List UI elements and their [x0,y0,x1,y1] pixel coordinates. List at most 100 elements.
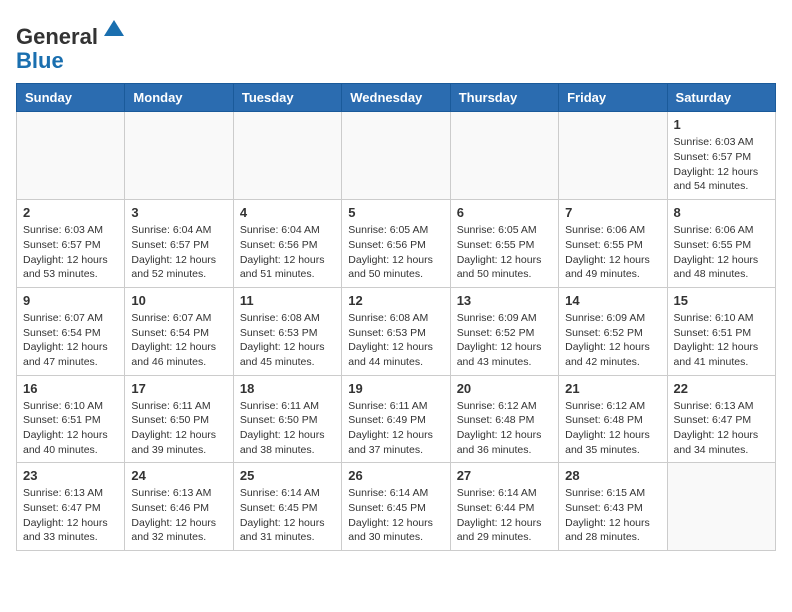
calendar-week-0: 1Sunrise: 6:03 AM Sunset: 6:57 PM Daylig… [17,112,776,200]
day-number: 1 [674,117,769,132]
calendar-cell: 6 Sunrise: 6:05 AM Sunset: 6:55 PM Daylig… [450,200,558,288]
day-number: 20 [457,381,552,396]
calendar-cell: 14 Sunrise: 6:09 AM Sunset: 6:52 PM Dayli… [559,287,667,375]
day-info: Sunrise: 6:13 AM Sunset: 6:47 PM Dayligh… [674,399,769,458]
day-info: Sunrise: 6:12 AM Sunset: 6:48 PM Dayligh… [457,399,552,458]
calendar-header-row: SundayMondayTuesdayWednesdayThursdayFrid… [17,84,776,112]
page-header: General Blue [16,16,776,73]
calendar-week-2: 9 Sunrise: 6:07 AM Sunset: 6:54 PM Daylig… [17,287,776,375]
day-info: Sunrise: 6:07 AM Sunset: 6:54 PM Dayligh… [23,311,118,370]
day-info: Sunrise: 6:06 AM Sunset: 6:55 PM Dayligh… [565,223,660,282]
day-number: 18 [240,381,335,396]
day-number: 23 [23,468,118,483]
calendar-cell: 25Sunrise: 6:14 AM Sunset: 6:45 PM Dayli… [233,463,341,551]
day-info: Sunrise: 6:10 AM Sunset: 6:51 PM Dayligh… [674,311,769,370]
calendar-cell [667,463,775,551]
logo-icon [100,16,128,44]
calendar-cell: 21Sunrise: 6:12 AM Sunset: 6:48 PM Dayli… [559,375,667,463]
day-info: Sunrise: 6:13 AM Sunset: 6:46 PM Dayligh… [131,486,226,545]
day-info: Sunrise: 6:11 AM Sunset: 6:49 PM Dayligh… [348,399,443,458]
day-info: Sunrise: 6:03 AM Sunset: 6:57 PM Dayligh… [23,223,118,282]
day-info: Sunrise: 6:08 AM Sunset: 6:53 PM Dayligh… [348,311,443,370]
logo: General Blue [16,16,128,73]
day-info: Sunrise: 6:07 AM Sunset: 6:54 PM Dayligh… [131,311,226,370]
calendar-cell [450,112,558,200]
day-number: 16 [23,381,118,396]
day-info: Sunrise: 6:13 AM Sunset: 6:47 PM Dayligh… [23,486,118,545]
header-wednesday: Wednesday [342,84,450,112]
day-number: 28 [565,468,660,483]
calendar-cell: 22 Sunrise: 6:13 AM Sunset: 6:47 PM Dayli… [667,375,775,463]
calendar-cell: 10 Sunrise: 6:07 AM Sunset: 6:54 PM Dayli… [125,287,233,375]
day-info: Sunrise: 6:06 AM Sunset: 6:55 PM Dayligh… [674,223,769,282]
calendar-cell [233,112,341,200]
calendar-cell: 24 Sunrise: 6:13 AM Sunset: 6:46 PM Dayli… [125,463,233,551]
day-info: Sunrise: 6:15 AM Sunset: 6:43 PM Dayligh… [565,486,660,545]
day-number: 19 [348,381,443,396]
day-number: 17 [131,381,226,396]
day-number: 27 [457,468,552,483]
header-tuesday: Tuesday [233,84,341,112]
day-info: Sunrise: 6:10 AM Sunset: 6:51 PM Dayligh… [23,399,118,458]
calendar-cell: 16 Sunrise: 6:10 AM Sunset: 6:51 PM Dayli… [17,375,125,463]
calendar-week-4: 23 Sunrise: 6:13 AM Sunset: 6:47 PM Dayli… [17,463,776,551]
day-number: 14 [565,293,660,308]
day-number: 5 [348,205,443,220]
day-info: Sunrise: 6:05 AM Sunset: 6:56 PM Dayligh… [348,223,443,282]
calendar-cell [342,112,450,200]
day-info: Sunrise: 6:05 AM Sunset: 6:55 PM Dayligh… [457,223,552,282]
day-number: 9 [23,293,118,308]
logo-blue-text: Blue [16,49,128,73]
day-info: Sunrise: 6:09 AM Sunset: 6:52 PM Dayligh… [457,311,552,370]
calendar-cell: 11Sunrise: 6:08 AM Sunset: 6:53 PM Dayli… [233,287,341,375]
day-info: Sunrise: 6:04 AM Sunset: 6:57 PM Dayligh… [131,223,226,282]
day-number: 25 [240,468,335,483]
logo-general: General [16,24,98,49]
calendar-cell: 19 Sunrise: 6:11 AM Sunset: 6:49 PM Dayli… [342,375,450,463]
calendar-cell: 17 Sunrise: 6:11 AM Sunset: 6:50 PM Dayli… [125,375,233,463]
calendar-cell [17,112,125,200]
day-info: Sunrise: 6:11 AM Sunset: 6:50 PM Dayligh… [240,399,335,458]
day-number: 4 [240,205,335,220]
calendar-cell: 12 Sunrise: 6:08 AM Sunset: 6:53 PM Dayli… [342,287,450,375]
calendar-cell: 23 Sunrise: 6:13 AM Sunset: 6:47 PM Dayli… [17,463,125,551]
day-number: 7 [565,205,660,220]
day-info: Sunrise: 6:14 AM Sunset: 6:45 PM Dayligh… [348,486,443,545]
calendar-cell: 13 Sunrise: 6:09 AM Sunset: 6:52 PM Dayli… [450,287,558,375]
day-number: 10 [131,293,226,308]
calendar-cell: 9 Sunrise: 6:07 AM Sunset: 6:54 PM Daylig… [17,287,125,375]
day-info: Sunrise: 6:11 AM Sunset: 6:50 PM Dayligh… [131,399,226,458]
day-info: Sunrise: 6:14 AM Sunset: 6:44 PM Dayligh… [457,486,552,545]
calendar-cell: 27 Sunrise: 6:14 AM Sunset: 6:44 PM Dayli… [450,463,558,551]
calendar-cell: 15Sunrise: 6:10 AM Sunset: 6:51 PM Dayli… [667,287,775,375]
calendar-cell: 2 Sunrise: 6:03 AM Sunset: 6:57 PM Daylig… [17,200,125,288]
day-info: Sunrise: 6:09 AM Sunset: 6:52 PM Dayligh… [565,311,660,370]
calendar-cell: 5 Sunrise: 6:05 AM Sunset: 6:56 PM Daylig… [342,200,450,288]
logo-text: General [16,16,128,49]
calendar-cell: 7 Sunrise: 6:06 AM Sunset: 6:55 PM Daylig… [559,200,667,288]
calendar-week-3: 16 Sunrise: 6:10 AM Sunset: 6:51 PM Dayli… [17,375,776,463]
header-thursday: Thursday [450,84,558,112]
day-info: Sunrise: 6:08 AM Sunset: 6:53 PM Dayligh… [240,311,335,370]
calendar-cell [125,112,233,200]
calendar-week-1: 2 Sunrise: 6:03 AM Sunset: 6:57 PM Daylig… [17,200,776,288]
calendar-cell: 1Sunrise: 6:03 AM Sunset: 6:57 PM Daylig… [667,112,775,200]
logo-blue: Blue [16,48,64,73]
calendar-cell: 20 Sunrise: 6:12 AM Sunset: 6:48 PM Dayli… [450,375,558,463]
day-number: 2 [23,205,118,220]
day-number: 6 [457,205,552,220]
calendar-cell: 4Sunrise: 6:04 AM Sunset: 6:56 PM Daylig… [233,200,341,288]
day-number: 22 [674,381,769,396]
calendar-table: SundayMondayTuesdayWednesdayThursdayFrid… [16,83,776,551]
day-number: 12 [348,293,443,308]
day-number: 13 [457,293,552,308]
day-number: 26 [348,468,443,483]
calendar-cell: 3 Sunrise: 6:04 AM Sunset: 6:57 PM Daylig… [125,200,233,288]
day-number: 3 [131,205,226,220]
header-friday: Friday [559,84,667,112]
day-number: 24 [131,468,226,483]
header-saturday: Saturday [667,84,775,112]
day-info: Sunrise: 6:12 AM Sunset: 6:48 PM Dayligh… [565,399,660,458]
calendar-cell: 26 Sunrise: 6:14 AM Sunset: 6:45 PM Dayli… [342,463,450,551]
day-number: 8 [674,205,769,220]
